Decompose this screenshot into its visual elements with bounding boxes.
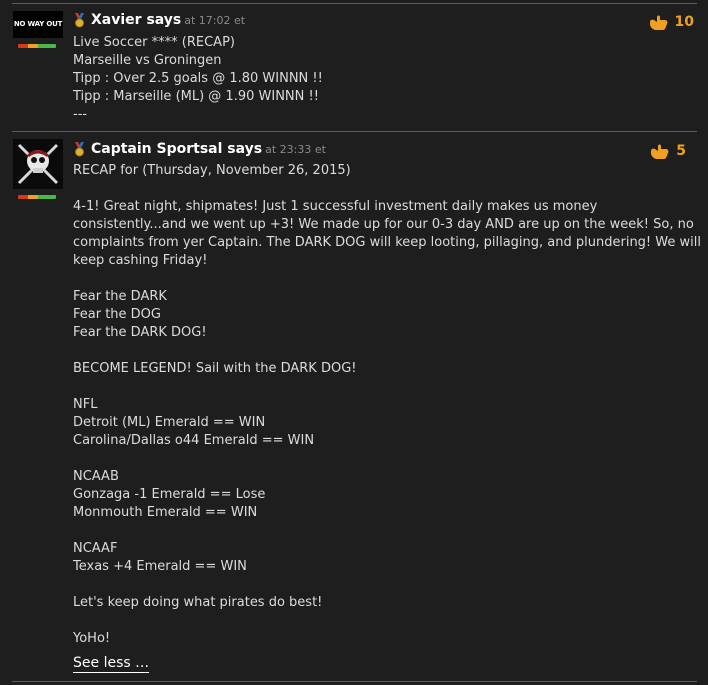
comment-line: NCAAB [73,469,119,484]
comment-line: 4-1! Great night, shipmates! Just 1 succ… [73,199,598,214]
comment-line: NFL [73,397,98,412]
comment-time: at 23:33 et [265,143,326,156]
comment-line [73,450,701,468]
comment-divider [12,131,697,132]
comment-line: consistently...and we went up +3! We mad… [73,217,694,232]
comment-line: Let's keep doing what pirates do best! [73,595,323,610]
comment-line: Texas +4 Emerald == WIN [73,559,247,574]
comment-line: Fear the DOG [73,307,161,322]
comment-line [73,612,701,630]
comment-line: BECOME LEGEND! Sail with the DARK DOG! [73,361,357,376]
comment-line [73,576,701,594]
comment-time: at 17:02 et [184,14,246,27]
comment-line [73,378,701,396]
avatar[interactable] [13,139,63,189]
comment-line: complaints from yer Captain. The DARK DO… [73,235,701,250]
comment-line: Carolina/Dallas o44 Emerald == WIN [73,433,315,448]
comment-body: RECAP for (Thursday, November 26, 2015) … [73,162,701,648]
comment-body: Live Soccer **** (RECAP) Marseille vs Gr… [73,34,323,124]
comment-line: NCAAF [73,541,118,556]
thumbs-up-icon [649,15,667,30]
comment-line: keep cashing Friday! [73,253,208,268]
comment-author[interactable]: Captain Sportsal says at 23:33 et [91,141,326,157]
comment-line: Tipp : Marseille (ML) @ 1.90 WINNN !! [73,89,319,104]
comment-line: --- [73,107,88,122]
comment-line: Gonzaga -1 Emerald == Lose [73,487,266,502]
comment-line: Fear the DARK DOG! [73,325,207,340]
comment-line: YoHo! [73,631,111,646]
like-count: 10 [674,14,694,30]
thumbs-up-icon [651,144,669,159]
comment-line: RECAP for (Thursday, November 26, 2015) [73,163,351,178]
comment-line [73,270,701,288]
medal-icon [75,142,84,157]
avatar-logo-text: NO WAY OUT [13,20,63,28]
comment-divider [12,681,697,682]
comment-line: Detroit (ML) Emerald == WIN [73,415,266,430]
comment-line [73,342,701,360]
comment-line: Fear the DARK [73,289,167,304]
medal-icon [75,13,84,28]
comment-line: Tipp : Over 2.5 goals @ 1.80 WINNN !! [73,71,323,86]
comment-author[interactable]: Xavier says at 17:02 et [91,12,245,28]
like-button[interactable]: 10 [649,13,694,31]
like-button[interactable]: 5 [650,142,686,160]
comment-line: Monmouth Emerald == WIN [73,505,258,520]
comment-line [73,522,701,540]
like-count: 5 [676,143,686,159]
rating-bar [18,44,56,48]
avatar[interactable]: NO WAY OUT [13,11,63,38]
comment-line [73,180,701,198]
comment-line: Marseille vs Groningen [73,53,222,68]
rating-bar [18,195,56,199]
divider-top [12,3,697,4]
comment-line: Live Soccer **** (RECAP) [73,35,235,50]
see-less-link[interactable]: See less … [73,655,150,673]
